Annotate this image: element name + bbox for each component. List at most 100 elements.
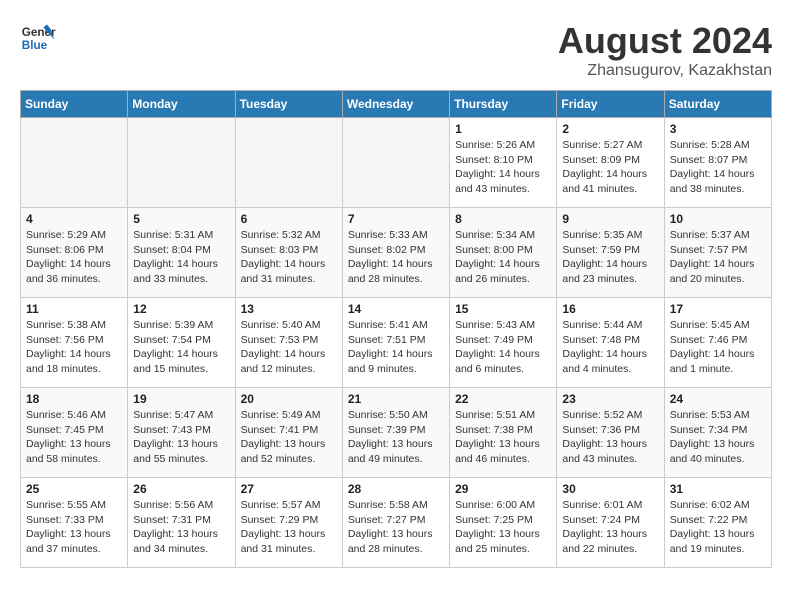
day-number: 31 — [670, 482, 766, 496]
day-info: Sunrise: 5:34 AM Sunset: 8:00 PM Dayligh… — [455, 228, 551, 287]
calendar-cell: 26 Sunrise: 5:56 AM Sunset: 7:31 PM Dayli… — [128, 478, 235, 568]
title-block: August 2024 Zhansugurov, Kazakhstan — [558, 20, 772, 80]
calendar-cell — [235, 118, 342, 208]
day-number: 30 — [562, 482, 658, 496]
day-number: 27 — [241, 482, 337, 496]
day-info: Sunrise: 5:50 AM Sunset: 7:39 PM Dayligh… — [348, 408, 444, 467]
calendar-cell: 9 Sunrise: 5:35 AM Sunset: 7:59 PM Daylig… — [557, 208, 664, 298]
page-header: General Blue August 2024 Zhansugurov, Ka… — [20, 20, 772, 80]
day-info: Sunrise: 5:49 AM Sunset: 7:41 PM Dayligh… — [241, 408, 337, 467]
day-info: Sunrise: 6:00 AM Sunset: 7:25 PM Dayligh… — [455, 498, 551, 557]
calendar-cell: 2Sunrise: 5:27 AM Sunset: 8:09 PM Daylig… — [557, 118, 664, 208]
day-info: Sunrise: 5:56 AM Sunset: 7:31 PM Dayligh… — [133, 498, 229, 557]
day-info: Sunrise: 5:35 AM Sunset: 7:59 PM Dayligh… — [562, 228, 658, 287]
calendar-cell: 4Sunrise: 5:29 AM Sunset: 8:06 PM Daylig… — [21, 208, 128, 298]
day-number: 7 — [348, 212, 444, 226]
calendar-cell — [342, 118, 449, 208]
day-info: Sunrise: 5:37 AM Sunset: 7:57 PM Dayligh… — [670, 228, 766, 287]
day-number: 28 — [348, 482, 444, 496]
day-info: Sunrise: 5:43 AM Sunset: 7:49 PM Dayligh… — [455, 318, 551, 377]
day-number: 1 — [455, 122, 551, 136]
logo: General Blue — [20, 20, 56, 56]
day-number: 15 — [455, 302, 551, 316]
weekday-header-monday: Monday — [128, 91, 235, 118]
day-number: 14 — [348, 302, 444, 316]
day-number: 2 — [562, 122, 658, 136]
day-info: Sunrise: 5:31 AM Sunset: 8:04 PM Dayligh… — [133, 228, 229, 287]
day-info: Sunrise: 5:52 AM Sunset: 7:36 PM Dayligh… — [562, 408, 658, 467]
weekday-header-tuesday: Tuesday — [235, 91, 342, 118]
calendar-cell: 29 Sunrise: 6:00 AM Sunset: 7:25 PM Dayli… — [450, 478, 557, 568]
calendar-cell: 30 Sunrise: 6:01 AM Sunset: 7:24 PM Dayli… — [557, 478, 664, 568]
day-info: Sunrise: 5:29 AM Sunset: 8:06 PM Dayligh… — [26, 228, 122, 287]
logo-icon: General Blue — [20, 20, 56, 56]
calendar-cell: 6 Sunrise: 5:32 AM Sunset: 8:03 PM Daylig… — [235, 208, 342, 298]
day-number: 16 — [562, 302, 658, 316]
day-number: 12 — [133, 302, 229, 316]
calendar-cell: 5 Sunrise: 5:31 AM Sunset: 8:04 PM Daylig… — [128, 208, 235, 298]
calendar-cell: 13 Sunrise: 5:40 AM Sunset: 7:53 PM Dayli… — [235, 298, 342, 388]
day-info: Sunrise: 5:57 AM Sunset: 7:29 PM Dayligh… — [241, 498, 337, 557]
calendar-cell: 15 Sunrise: 5:43 AM Sunset: 7:49 PM Dayli… — [450, 298, 557, 388]
day-number: 9 — [562, 212, 658, 226]
day-number: 26 — [133, 482, 229, 496]
week-row-4: 18 Sunrise: 5:46 AM Sunset: 7:45 PM Dayli… — [21, 388, 772, 478]
day-info: Sunrise: 5:44 AM Sunset: 7:48 PM Dayligh… — [562, 318, 658, 377]
day-number: 6 — [241, 212, 337, 226]
calendar-cell: 25Sunrise: 5:55 AM Sunset: 7:33 PM Dayli… — [21, 478, 128, 568]
svg-text:Blue: Blue — [22, 39, 48, 52]
day-info: Sunrise: 5:32 AM Sunset: 8:03 PM Dayligh… — [241, 228, 337, 287]
calendar-cell: 17Sunrise: 5:45 AM Sunset: 7:46 PM Dayli… — [664, 298, 771, 388]
day-number: 29 — [455, 482, 551, 496]
weekday-header-sunday: Sunday — [21, 91, 128, 118]
day-info: Sunrise: 5:46 AM Sunset: 7:45 PM Dayligh… — [26, 408, 122, 467]
calendar-cell: 27 Sunrise: 5:57 AM Sunset: 7:29 PM Dayli… — [235, 478, 342, 568]
calendar-cell: 12 Sunrise: 5:39 AM Sunset: 7:54 PM Dayli… — [128, 298, 235, 388]
weekday-header-saturday: Saturday — [664, 91, 771, 118]
week-row-2: 4Sunrise: 5:29 AM Sunset: 8:06 PM Daylig… — [21, 208, 772, 298]
calendar-cell: 24Sunrise: 5:53 AM Sunset: 7:34 PM Dayli… — [664, 388, 771, 478]
day-info: Sunrise: 5:58 AM Sunset: 7:27 PM Dayligh… — [348, 498, 444, 557]
day-number: 22 — [455, 392, 551, 406]
day-number: 23 — [562, 392, 658, 406]
week-row-1: 1Sunrise: 5:26 AM Sunset: 8:10 PM Daylig… — [21, 118, 772, 208]
weekday-header-row: SundayMondayTuesdayWednesdayThursdayFrid… — [21, 91, 772, 118]
calendar-cell: 16 Sunrise: 5:44 AM Sunset: 7:48 PM Dayli… — [557, 298, 664, 388]
calendar-cell: 1Sunrise: 5:26 AM Sunset: 8:10 PM Daylig… — [450, 118, 557, 208]
day-info: Sunrise: 5:39 AM Sunset: 7:54 PM Dayligh… — [133, 318, 229, 377]
week-row-3: 11 Sunrise: 5:38 AM Sunset: 7:56 PM Dayli… — [21, 298, 772, 388]
day-info: Sunrise: 5:33 AM Sunset: 8:02 PM Dayligh… — [348, 228, 444, 287]
day-info: Sunrise: 5:45 AM Sunset: 7:46 PM Dayligh… — [670, 318, 766, 377]
day-number: 18 — [26, 392, 122, 406]
day-info: Sunrise: 6:01 AM Sunset: 7:24 PM Dayligh… — [562, 498, 658, 557]
calendar-cell: 28 Sunrise: 5:58 AM Sunset: 7:27 PM Dayli… — [342, 478, 449, 568]
weekday-header-wednesday: Wednesday — [342, 91, 449, 118]
day-number: 8 — [455, 212, 551, 226]
calendar-cell — [21, 118, 128, 208]
calendar-cell: 18 Sunrise: 5:46 AM Sunset: 7:45 PM Dayli… — [21, 388, 128, 478]
day-info: Sunrise: 5:51 AM Sunset: 7:38 PM Dayligh… — [455, 408, 551, 467]
day-number: 20 — [241, 392, 337, 406]
main-title: August 2024 — [558, 20, 772, 62]
calendar-cell: 7 Sunrise: 5:33 AM Sunset: 8:02 PM Daylig… — [342, 208, 449, 298]
calendar-table: SundayMondayTuesdayWednesdayThursdayFrid… — [20, 90, 772, 568]
subtitle: Zhansugurov, Kazakhstan — [558, 62, 772, 80]
day-info: Sunrise: 5:53 AM Sunset: 7:34 PM Dayligh… — [670, 408, 766, 467]
day-number: 5 — [133, 212, 229, 226]
day-info: Sunrise: 6:02 AM Sunset: 7:22 PM Dayligh… — [670, 498, 766, 557]
calendar-cell: 10Sunrise: 5:37 AM Sunset: 7:57 PM Dayli… — [664, 208, 771, 298]
calendar-cell: 19Sunrise: 5:47 AM Sunset: 7:43 PM Dayli… — [128, 388, 235, 478]
calendar-cell: 3 Sunrise: 5:28 AM Sunset: 8:07 PM Daylig… — [664, 118, 771, 208]
calendar-cell: 31 Sunrise: 6:02 AM Sunset: 7:22 PM Dayli… — [664, 478, 771, 568]
weekday-header-thursday: Thursday — [450, 91, 557, 118]
calendar-cell: 8 Sunrise: 5:34 AM Sunset: 8:00 PM Daylig… — [450, 208, 557, 298]
day-info: Sunrise: 5:28 AM Sunset: 8:07 PM Dayligh… — [670, 138, 766, 197]
day-number: 3 — [670, 122, 766, 136]
day-number: 13 — [241, 302, 337, 316]
calendar-cell: 20 Sunrise: 5:49 AM Sunset: 7:41 PM Dayli… — [235, 388, 342, 478]
day-info: Sunrise: 5:47 AM Sunset: 7:43 PM Dayligh… — [133, 408, 229, 467]
day-info: Sunrise: 5:38 AM Sunset: 7:56 PM Dayligh… — [26, 318, 122, 377]
day-info: Sunrise: 5:40 AM Sunset: 7:53 PM Dayligh… — [241, 318, 337, 377]
day-number: 11 — [26, 302, 122, 316]
calendar-cell: 14Sunrise: 5:41 AM Sunset: 7:51 PM Dayli… — [342, 298, 449, 388]
